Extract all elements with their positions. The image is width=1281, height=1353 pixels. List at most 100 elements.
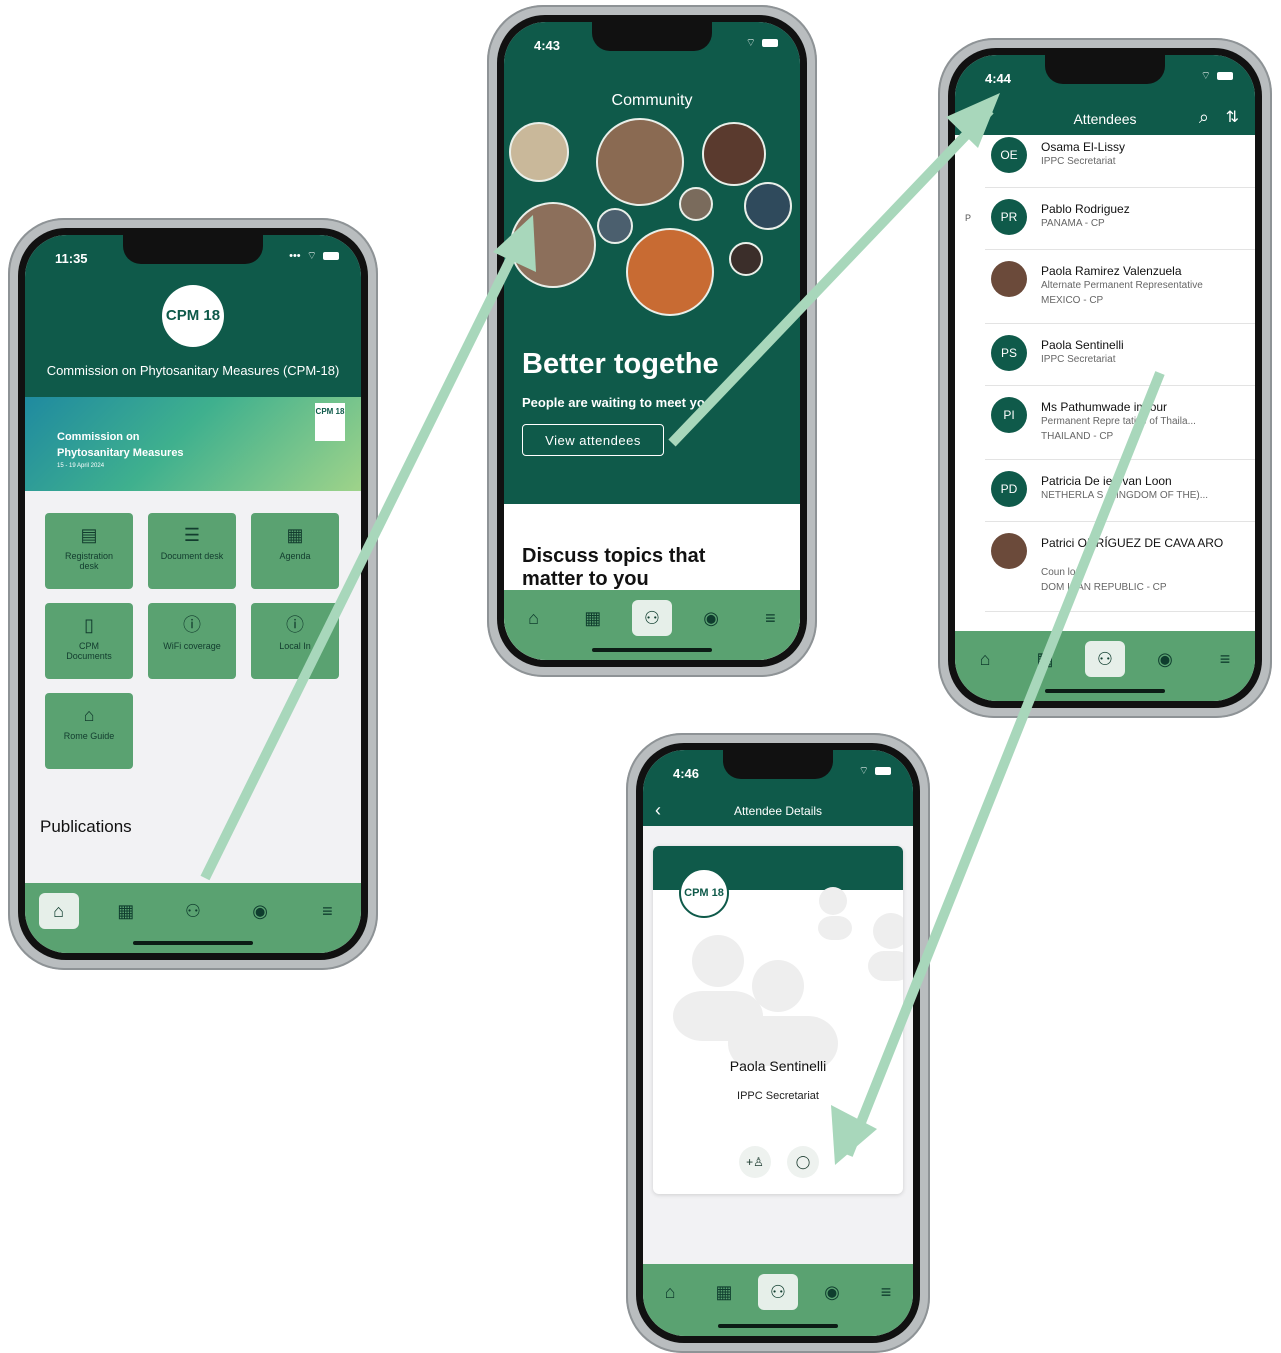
tab-calendar[interactable]: ▦ <box>106 893 146 929</box>
attendee-org: IPPC Secretariat <box>737 1090 819 1102</box>
attendee-row[interactable]: PI Ms Pathumwade imtour Permanent Repre ta… <box>985 385 1255 460</box>
tile-cpm-documents[interactable]: ▯ CPM Documents <box>45 603 133 679</box>
tab-calendar[interactable]: ▦ <box>704 1274 744 1310</box>
search-icon[interactable]: ⌕ <box>1199 107 1209 128</box>
banner-title-2: Phytosanitary Measures <box>57 447 184 459</box>
profile-icon: ◉ <box>252 900 269 921</box>
calendar-icon: ▦ <box>584 607 602 628</box>
attendee-name: Patrici ODRÍGUEZ DE CAVA ARO <box>1041 536 1224 550</box>
status-icons: ⌔ <box>746 36 778 50</box>
tile-agenda[interactable]: ▦ Agenda <box>251 513 339 589</box>
tile-rome-guide[interactable]: ⌂ Rome Guide <box>45 693 133 769</box>
tab-calendar[interactable]: ▦ <box>573 600 613 636</box>
attendee-card: CPM 18 Paola Sentinelli IPPC Secretariat… <box>653 846 903 1194</box>
tab-home[interactable]: ⌂ <box>965 641 1005 677</box>
tile-registration-desk[interactable]: ▤ Registration desk <box>45 513 133 589</box>
attendee-role: IPPC Secretariat <box>1041 354 1116 365</box>
avatar <box>744 182 792 230</box>
tab-profile[interactable]: ◉ <box>691 600 731 636</box>
tile-label: Registration desk <box>64 551 114 571</box>
profile-icon: ◉ <box>1157 648 1173 669</box>
home-indicator <box>592 648 712 652</box>
tile-label: Document desk <box>160 551 224 561</box>
phone-attendees: 4:44 ⌔ Attendees ⌕ ⇅ P OE Osama El-Lissy I… <box>938 38 1272 718</box>
tab-community[interactable]: ⚇ <box>1085 641 1125 677</box>
tab-calendar[interactable]: ▦ <box>1025 641 1065 677</box>
attendee-name: Osama El-Lissy <box>1041 140 1126 154</box>
attendee-row[interactable]: Paola Ramirez Valenzuela Alternate Perman… <box>985 249 1255 324</box>
view-attendees-button[interactable]: View attendees <box>522 424 664 456</box>
avatar <box>596 118 684 206</box>
tab-profile[interactable]: ◉ <box>240 893 280 929</box>
info-icon: ⓘ <box>286 615 304 635</box>
tile-local-in[interactable]: ⓘ Local In <box>251 603 339 679</box>
menu-icon: ≡ <box>322 900 333 921</box>
attendee-row[interactable]: PD Patricia De ies-van Loon NETHERLA S (KI… <box>985 459 1255 522</box>
avatar <box>679 187 713 221</box>
attendee-role: PANAMA - CP <box>1041 218 1105 229</box>
tab-home[interactable]: ⌂ <box>38 893 79 929</box>
avatar: PR <box>991 199 1027 235</box>
tab-community[interactable]: ⚇ <box>631 600 672 636</box>
attendee-country: DOM ICAN REPUBLIC - CP <box>1041 582 1167 593</box>
attendees-title: Attendees <box>1073 111 1137 127</box>
avatar: PD <box>991 471 1027 507</box>
id-card-icon: ▤ <box>80 525 98 545</box>
avatar <box>991 261 1027 297</box>
tab-community[interactable]: ⚇ <box>758 1274 798 1310</box>
connect-button[interactable]: +♙ <box>739 1146 771 1178</box>
file-icon: ▯ <box>84 615 94 635</box>
calendar-icon: ▦ <box>1036 648 1054 669</box>
chat-bubble-icon: ◯ <box>795 1154 811 1169</box>
attendee-role: Permanent Repre tative of Thaila... <box>1041 416 1196 427</box>
attendee-name: Paola Ramirez Valenzuela <box>1041 264 1182 278</box>
tab-profile[interactable]: ◉ <box>812 1274 852 1310</box>
home-indicator <box>1045 689 1165 693</box>
home-icon: ⌂ <box>528 607 540 628</box>
avatar: PS <box>991 335 1027 371</box>
profile-icon: ◉ <box>703 607 720 628</box>
avatar <box>597 208 633 244</box>
document-icon: ☰ <box>183 525 201 545</box>
tab-menu[interactable]: ≡ <box>1205 641 1245 677</box>
calendar-grid-icon: ▦ <box>286 525 304 545</box>
tile-document-desk[interactable]: ☰ Document desk <box>148 513 236 589</box>
status-icons: ⌔ <box>859 764 891 778</box>
sort-icon[interactable]: ⇅ <box>1226 107 1239 127</box>
attendee-row[interactable]: OE Osama El-Lissy IPPC Secretariat <box>985 135 1255 188</box>
attendee-name: Paola Sentinelli <box>1041 338 1124 352</box>
tab-menu[interactable]: ≡ <box>750 600 790 636</box>
banner-dates: 15 - 19 April 2024 <box>57 463 105 469</box>
attendee-country: THAILAND - CP <box>1041 431 1114 442</box>
tab-community[interactable]: ⚇ <box>173 893 213 929</box>
calendar-icon: ▦ <box>117 900 135 921</box>
attendee-name: Patricia De ies-van Loon <box>1041 474 1172 488</box>
attendee-row[interactable]: PS Paola Sentinelli IPPC Secretariat <box>985 323 1255 386</box>
subtitle: People are waiting to meet yo <box>522 395 705 410</box>
tile-wifi-coverage[interactable]: ⓘ WiFi coverage <box>148 603 236 679</box>
attendee-row[interactable]: PR Pablo Rodriguez PANAMA - CP <box>985 187 1255 250</box>
tab-home[interactable]: ⌂ <box>514 600 554 636</box>
attendee-row[interactable]: Patrici ODRÍGUEZ DE CAVA ARO Coun lor DOM … <box>985 521 1255 612</box>
home-icon: ⌂ <box>664 1281 676 1302</box>
building-icon: ⌂ <box>83 705 95 725</box>
tab-menu[interactable]: ≡ <box>307 893 347 929</box>
banner-title-1: Commission on <box>57 431 140 443</box>
avatar <box>729 242 763 276</box>
banner-badge: CPM 18 <box>315 403 345 441</box>
avatar <box>510 202 596 288</box>
event-banner[interactable]: Commission on Phytosanitary Measures 15 … <box>25 397 361 491</box>
status-icons: ••• ⌔ <box>289 249 339 263</box>
people-icon: ⚇ <box>643 607 661 628</box>
people-icon: ⚇ <box>769 1281 787 1302</box>
tile-label: Rome Guide <box>63 731 115 741</box>
headline: Better togethe <box>522 348 719 380</box>
tab-menu[interactable]: ≡ <box>866 1274 906 1310</box>
info-icon: ⓘ <box>183 615 201 635</box>
tab-profile[interactable]: ◉ <box>1145 641 1185 677</box>
card-logo: CPM 18 <box>679 868 729 918</box>
tile-label: Agenda <box>279 551 311 561</box>
tab-home[interactable]: ⌂ <box>650 1274 690 1310</box>
message-button[interactable]: ◯ <box>787 1146 819 1178</box>
home-indicator <box>133 941 253 945</box>
